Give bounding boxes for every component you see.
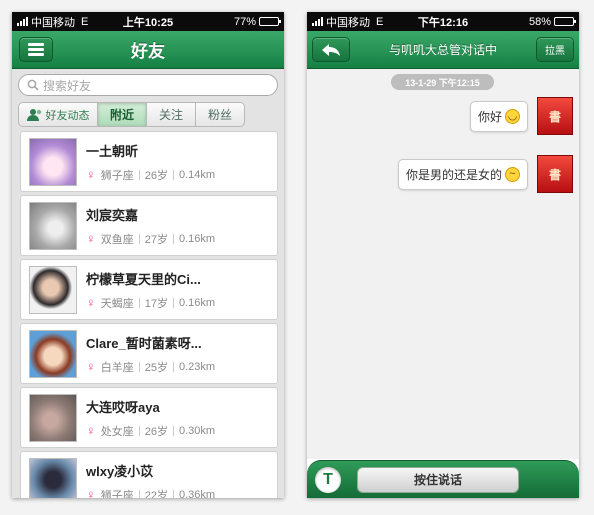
list-item[interactable]: 大连哎呀aya ♀ 处女座 26岁 0.30km	[20, 387, 278, 448]
distance: 0.30km	[179, 424, 216, 437]
search-placeholder: 搜索好友	[43, 78, 92, 93]
tab-label: 粉丝	[207, 108, 232, 122]
avatar[interactable]: 書	[537, 155, 573, 193]
age: 27岁	[144, 233, 168, 246]
nav-bar: 与叽叽大总管对话中 拉黑	[307, 31, 579, 69]
smile-icon: ◡	[505, 108, 520, 124]
friends-screen: 中国移动 E 上午10:25 77% 好友 搜索好友 好友动态 附近 关注 粉丝…	[12, 12, 284, 498]
hold-to-talk-button[interactable]: 按住说话	[357, 466, 519, 493]
list-item[interactable]: Clare_暂时菌素呀... ♀ 白羊座 25岁 0.23km	[20, 323, 278, 384]
search-icon	[27, 79, 39, 91]
carrier-label: 中国移动	[326, 16, 370, 29]
text-mode-button[interactable]: T	[315, 466, 341, 493]
tab-label: 附近	[109, 108, 134, 122]
message-timestamp: 13-1-29 下午12:15	[391, 74, 494, 90]
avatar	[29, 457, 77, 498]
list-item[interactable]: 刘宸奕嘉 ♀ 双鱼座 27岁 0.16km	[20, 195, 278, 256]
distance: 0.14km	[179, 168, 216, 181]
chat-title: 与叽叽大总管对话中	[388, 43, 497, 57]
friend-name: 一土朝昕	[86, 143, 139, 159]
battery-icon	[554, 17, 576, 26]
avatar	[29, 265, 77, 314]
search-input[interactable]: 搜索好友	[18, 74, 278, 96]
zodiac: 狮子座	[100, 169, 134, 182]
message-bubble[interactable]: 你好 ◡	[469, 100, 528, 132]
friend-name: 刘宸奕嘉	[86, 207, 139, 223]
friend-name: wlxy凌小苡	[86, 463, 154, 479]
search-bar: 搜索好友	[12, 69, 284, 101]
age: 25岁	[144, 361, 168, 374]
menu-button[interactable]	[19, 37, 53, 62]
user-icon	[26, 108, 41, 121]
page-title: 好友	[131, 42, 165, 61]
female-icon: ♀	[86, 295, 96, 310]
list-item[interactable]: 一土朝昕 ♀ 狮子座 26岁 0.14km	[20, 131, 278, 192]
age: 22岁	[144, 489, 168, 499]
chat-screen: 中国移动 E 下午12:16 58% 与叽叽大总管对话中 拉黑 13-1-29 …	[307, 12, 579, 498]
tab-following[interactable]: 关注	[147, 102, 196, 127]
zodiac: 狮子座	[100, 489, 134, 499]
female-icon: ♀	[86, 423, 96, 438]
female-icon: ♀	[86, 359, 96, 374]
list-item[interactable]: 柠檬草夏天里的Ci... ♀ 天蝎座 17岁 0.16km	[20, 259, 278, 320]
distance: 0.16km	[179, 296, 216, 309]
tab-bar: 好友动态 附近 关注 粉丝	[12, 101, 284, 131]
friend-list: 一土朝昕 ♀ 狮子座 26岁 0.14km 刘宸奕嘉 ♀ 双鱼座 27岁 0.16km 柠檬…	[12, 131, 284, 498]
friend-name: 柠檬草夏天里的Ci...	[86, 271, 201, 287]
message-row: 你好 ◡ 書	[469, 97, 573, 135]
input-bar: T 按住说话	[307, 460, 579, 498]
distance: 0.23km	[179, 360, 216, 373]
zodiac: 处女座	[100, 425, 134, 438]
network-label: E	[376, 15, 384, 28]
zodiac: 天蝎座	[100, 297, 134, 310]
message-row: 你是男的还是女的 ~ 書	[397, 155, 573, 193]
nav-bar: 好友	[12, 31, 284, 69]
avatar	[29, 201, 77, 250]
message-text: 你是男的还是女的	[405, 167, 502, 182]
avatar	[29, 137, 77, 186]
tab-label: 好友动态	[45, 109, 90, 122]
thinking-icon: ~	[505, 166, 520, 182]
friend-name: Clare_暂时菌素呀...	[86, 335, 202, 351]
female-icon: ♀	[86, 487, 96, 498]
friend-name: 大连哎呀aya	[86, 399, 160, 415]
carrier-label: 中国移动	[31, 16, 75, 29]
network-label: E	[81, 15, 89, 28]
status-bar: 中国移动 E 下午12:16 58%	[307, 12, 579, 31]
message-text: 你好	[477, 109, 502, 124]
message-bubble[interactable]: 你是男的还是女的 ~	[397, 158, 528, 190]
signal-icon	[17, 17, 28, 26]
age: 26岁	[144, 425, 168, 438]
female-icon: ♀	[86, 231, 96, 246]
tab-nearby[interactable]: 附近	[98, 102, 147, 127]
avatar	[29, 329, 77, 378]
tab-label: 关注	[158, 108, 183, 122]
back-button[interactable]	[312, 37, 350, 62]
tab-friend-feed[interactable]: 好友动态	[18, 102, 98, 127]
chat-area: 13-1-29 下午12:15 你好 ◡ 書 你是男的还是女的 ~ 書	[307, 69, 579, 459]
distance: 0.16km	[179, 232, 216, 245]
list-item[interactable]: wlxy凌小苡 ♀ 狮子座 22岁 0.36km	[20, 451, 278, 498]
female-icon: ♀	[86, 167, 96, 182]
signal-icon	[312, 17, 323, 26]
zodiac: 白羊座	[100, 361, 134, 374]
battery-icon	[259, 17, 281, 26]
battery-percent: 77%	[233, 15, 256, 28]
battery-percent: 58%	[528, 15, 551, 28]
age: 26岁	[144, 169, 168, 182]
age: 17岁	[144, 297, 168, 310]
avatar[interactable]: 書	[537, 97, 573, 135]
avatar	[29, 393, 77, 442]
status-bar: 中国移动 E 上午10:25 77%	[12, 12, 284, 31]
block-button[interactable]: 拉黑	[536, 37, 574, 62]
zodiac: 双鱼座	[100, 233, 134, 246]
distance: 0.36km	[179, 488, 216, 499]
tab-fans[interactable]: 粉丝	[196, 102, 245, 127]
back-arrow-icon	[322, 43, 340, 56]
